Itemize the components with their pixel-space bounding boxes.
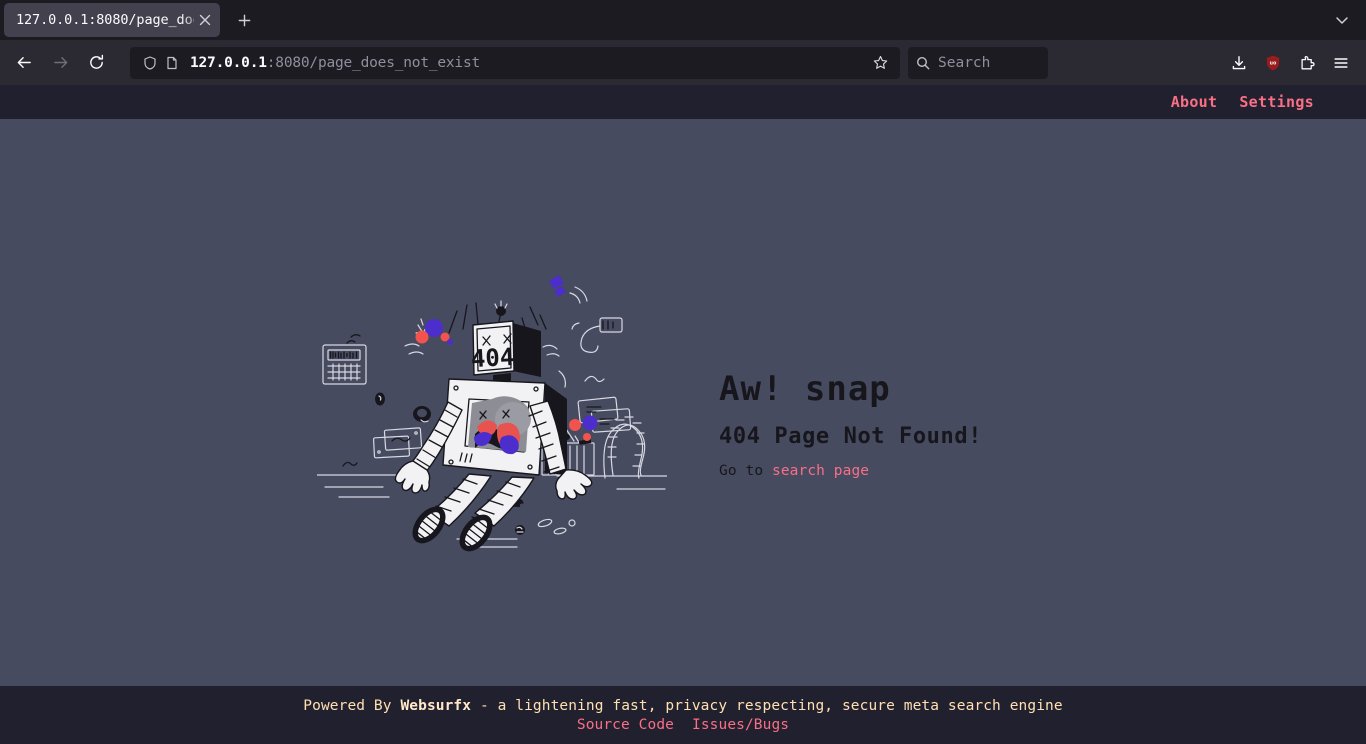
svg-text:uo: uo — [1270, 60, 1277, 66]
bookmark-star-icon[interactable] — [866, 49, 894, 77]
nav-link-settings[interactable]: Settings — [1239, 93, 1314, 111]
error-content: .lt { stroke:#d8d8e2; fill:none; stroke-… — [0, 119, 1366, 686]
app-menu-icon[interactable] — [1324, 47, 1358, 79]
back-icon[interactable] — [7, 47, 41, 79]
error-text-block: Aw! snap 404 Page Not Found! Go to searc… — [719, 271, 1049, 479]
forward-icon[interactable] — [43, 47, 77, 79]
url-host: 127.0.0.1 — [190, 54, 267, 71]
downloads-icon[interactable] — [1222, 47, 1256, 79]
goto-prefix: Go to — [719, 462, 764, 479]
tab-title: 127.0.0.1:8080/page_does_not_exist — [16, 12, 194, 28]
url-text[interactable]: 127.0.0.1:8080/page_does_not_exist — [184, 55, 866, 71]
footer-description: - a lightening fast, privacy respecting,… — [479, 697, 1063, 714]
error-heading: Aw! snap — [719, 369, 891, 409]
site-navigation: About Settings — [0, 85, 1366, 119]
footer-link-source-code[interactable]: Source Code — [577, 717, 674, 733]
footer-prefix: Powered By — [303, 697, 392, 714]
page-info-icon[interactable] — [162, 53, 182, 73]
navigation-toolbar: 127.0.0.1:8080/page_does_not_exist Searc… — [0, 40, 1366, 85]
footer-brand: Websurfx — [400, 697, 472, 714]
url-path: :8080/page_does_not_exist — [266, 54, 481, 71]
close-icon[interactable] — [194, 9, 216, 31]
search-icon — [916, 56, 930, 69]
reload-icon[interactable] — [79, 47, 113, 79]
new-tab-icon[interactable] — [228, 4, 260, 36]
browser-tab[interactable]: 127.0.0.1:8080/page_does_not_exist — [4, 3, 220, 37]
illustration-screen-text: 404 — [470, 343, 515, 373]
site-footer: Powered By Websurfx - a lightening fast,… — [0, 686, 1366, 744]
extensions-icon[interactable] — [1290, 47, 1324, 79]
footer-links: Source Code Issues/Bugs — [577, 717, 789, 733]
tab-strip: 127.0.0.1:8080/page_does_not_exist — [0, 0, 1366, 40]
broken-robot-404-illustration: .lt { stroke:#d8d8e2; fill:none; stroke-… — [317, 271, 667, 571]
address-bar[interactable]: 127.0.0.1:8080/page_does_not_exist — [130, 46, 900, 79]
goto-line: Go to search page — [719, 463, 1049, 479]
chevron-down-icon[interactable] — [1326, 5, 1358, 35]
web-page-viewport: About Settings .lt { stroke:#d8d8e2; fil… — [0, 85, 1366, 744]
search-placeholder: Search — [938, 54, 991, 71]
ublock-origin-icon[interactable]: uo — [1256, 47, 1290, 79]
toolbar-right-group: uo — [1222, 47, 1360, 79]
browser-window: 127.0.0.1:8080/page_does_not_exist — [0, 0, 1366, 744]
footer-tagline: Powered By Websurfx - a lightening fast,… — [303, 698, 1062, 714]
search-bar[interactable]: Search — [908, 46, 1048, 79]
nav-link-about[interactable]: About — [1171, 93, 1218, 111]
search-page-link[interactable]: search page — [772, 463, 869, 479]
error-subheading: 404 Page Not Found! — [719, 423, 983, 449]
footer-link-issues-bugs[interactable]: Issues/Bugs — [692, 717, 789, 733]
shield-icon[interactable] — [140, 53, 160, 73]
